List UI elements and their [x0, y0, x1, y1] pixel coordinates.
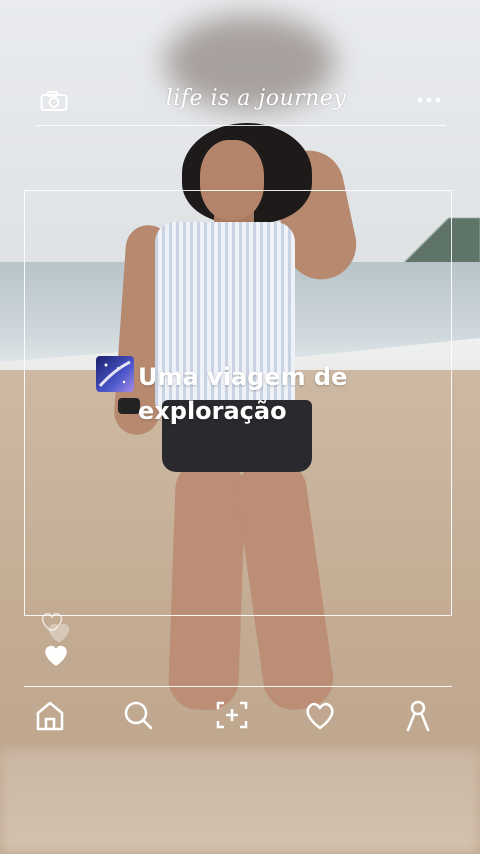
top-bar: life is a journey [36, 86, 446, 118]
page-title: life is a journey [165, 86, 347, 111]
hearts-icon[interactable] [38, 612, 78, 668]
galaxy-emoji-icon [96, 356, 134, 392]
caption-line-1: Uma viagem de [138, 363, 348, 391]
add-post-icon[interactable] [214, 697, 250, 733]
bottom-nav [24, 695, 452, 739]
caption-line-2: exploração [138, 397, 287, 425]
camera-icon[interactable] [40, 90, 68, 112]
search-icon[interactable] [120, 697, 156, 733]
profile-icon[interactable] [400, 697, 436, 733]
more-dots-icon[interactable] [416, 92, 442, 106]
home-icon[interactable] [32, 697, 68, 733]
heart-icon[interactable] [302, 697, 338, 733]
bottom-divider [24, 686, 452, 687]
caption-text: Uma viagem de exploração [138, 360, 347, 428]
top-divider [36, 125, 446, 126]
